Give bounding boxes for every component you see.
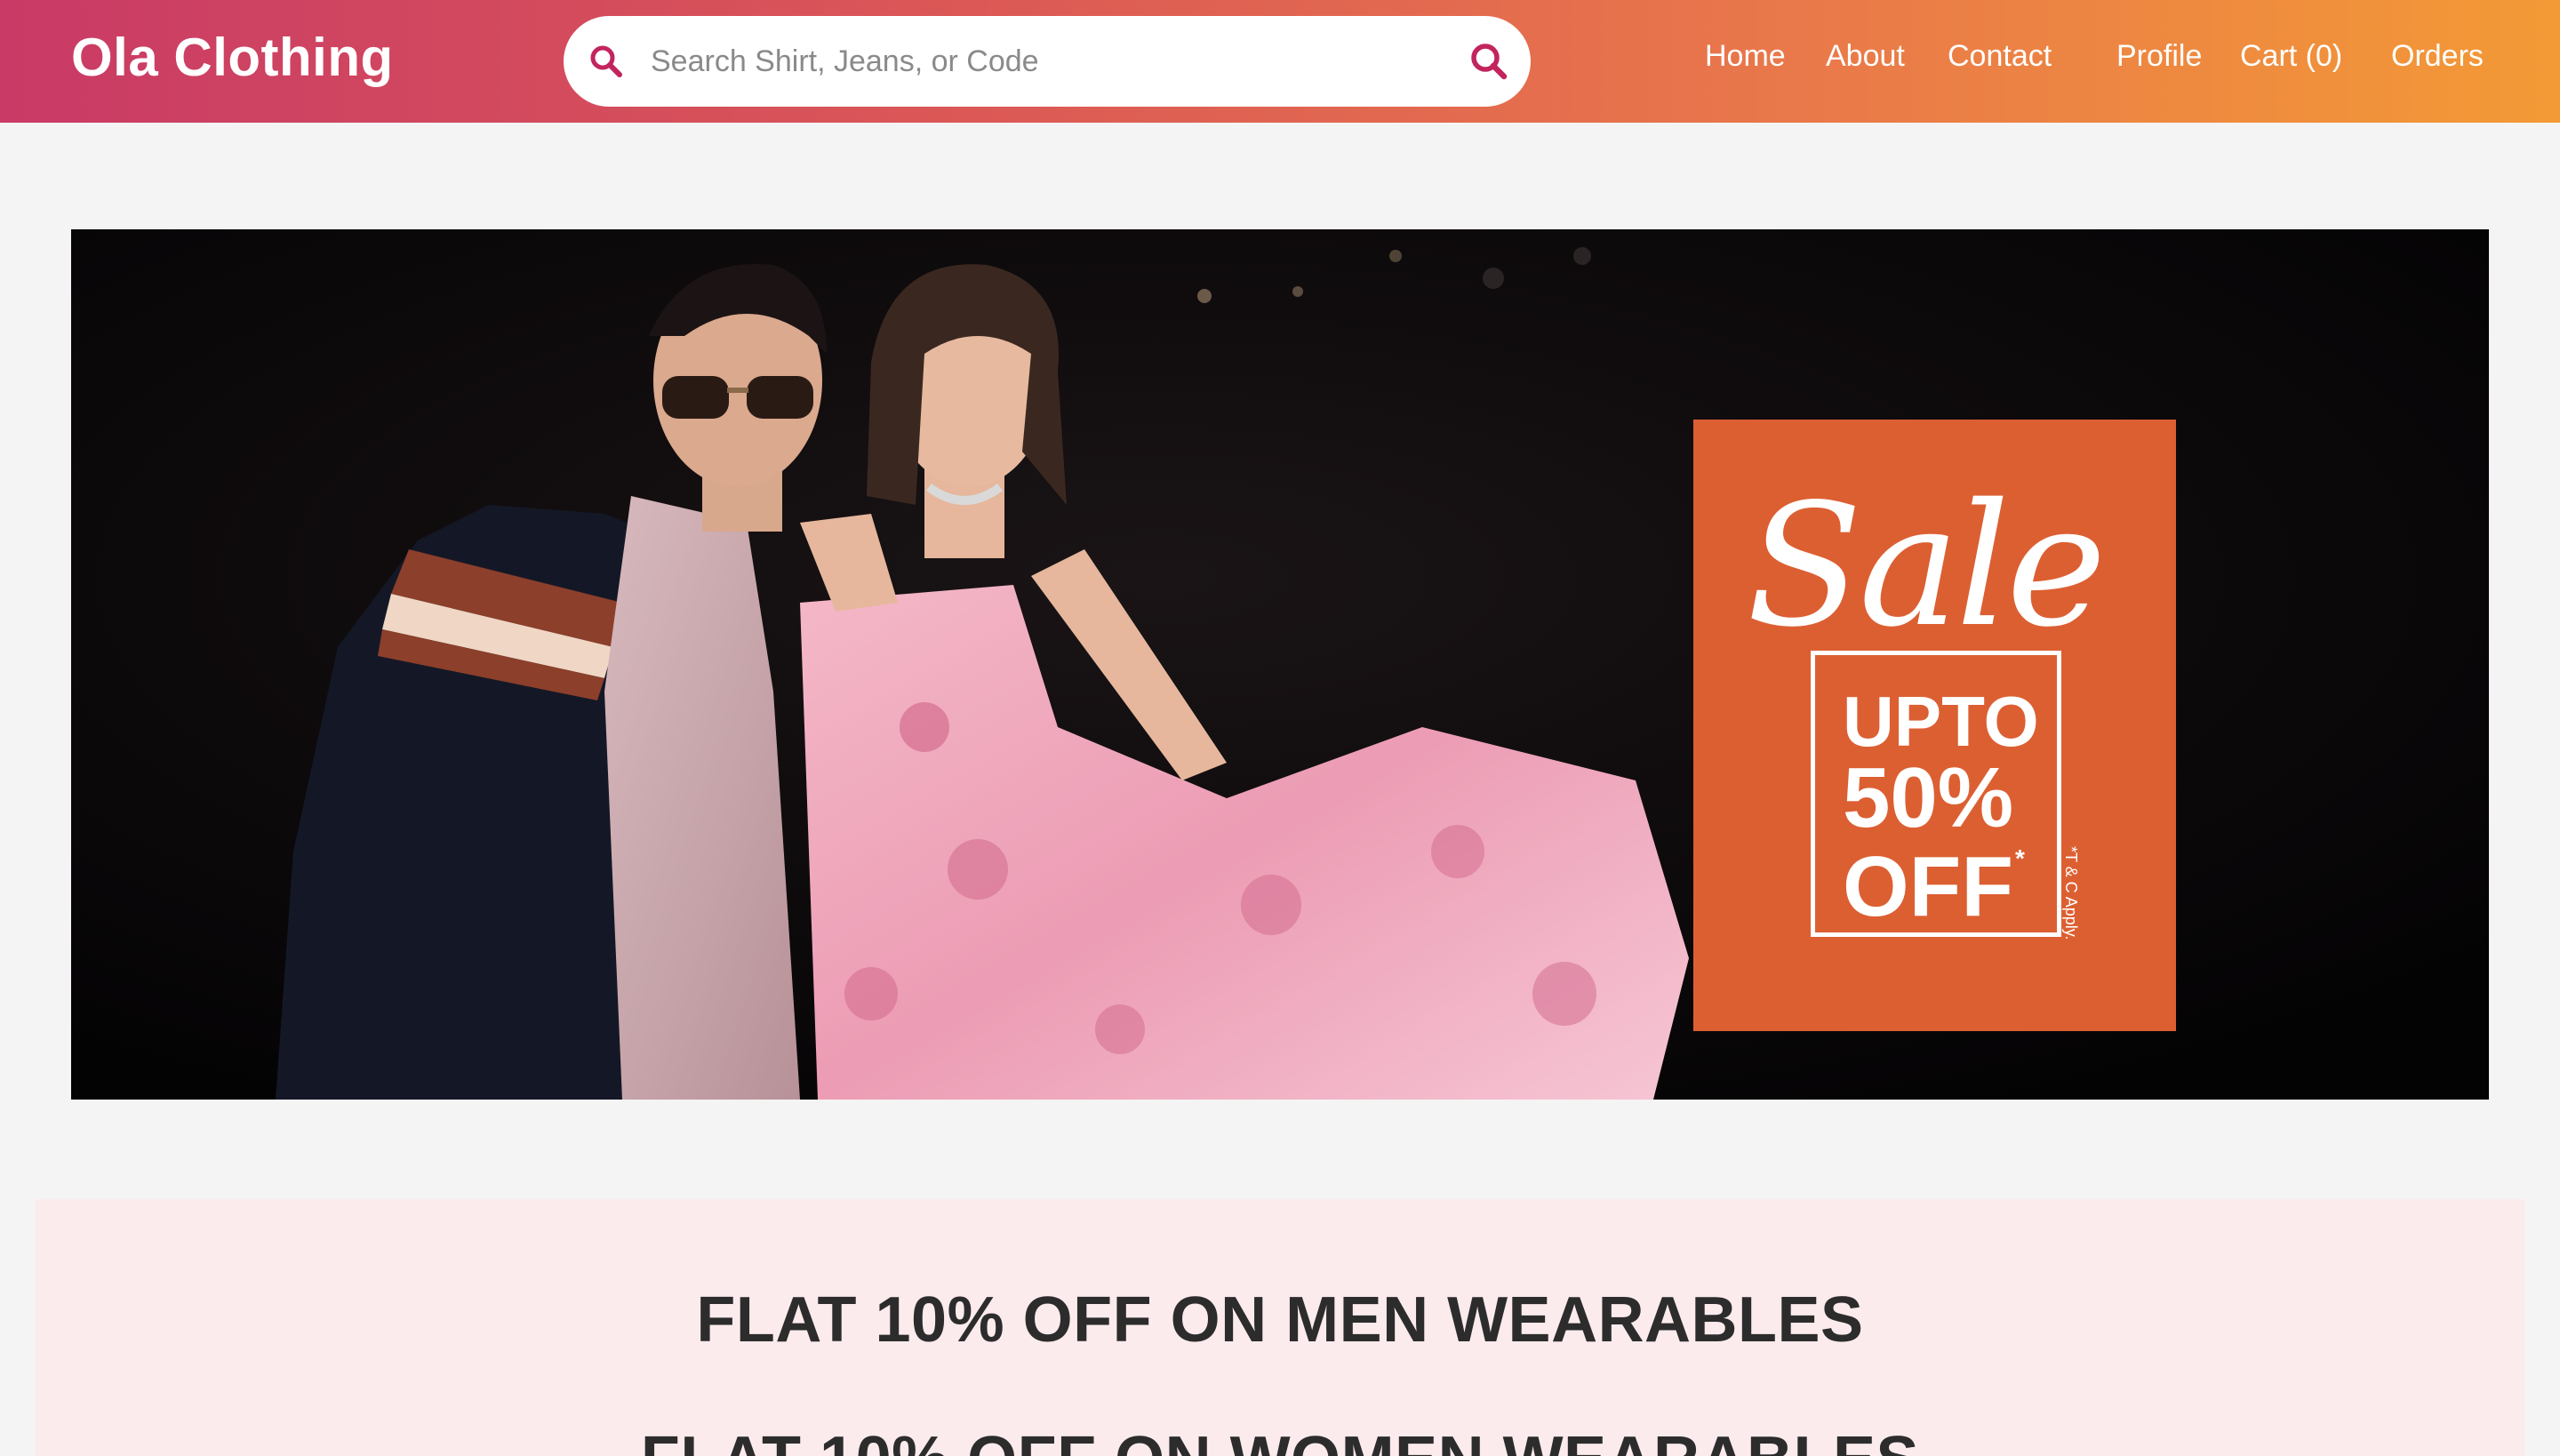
hero-banner[interactable]: Sale UPTO 50% OFF * *T & C Apply.	[71, 229, 2489, 1100]
nav-orders[interactable]: Orders	[2391, 39, 2484, 84]
search-input[interactable]	[649, 32, 1431, 91]
search-icon	[1471, 44, 1508, 80]
search-icon	[590, 45, 622, 77]
sale-percent-text: 50%	[1843, 750, 2014, 845]
top-header: Ola Clothing Home About Contact Profile …	[0, 0, 2560, 123]
search-bar	[564, 16, 1531, 107]
sale-upto-text: UPTO	[1843, 682, 2039, 761]
nav-home[interactable]: Home	[1705, 39, 1786, 84]
offer-women: FLAT 10% OFF ON WOMEN WEARABLES	[36, 1423, 2524, 1456]
sale-off-text: OFF	[1843, 839, 2013, 934]
offer-men: FLAT 10% OFF ON MEN WEARABLES	[696, 1284, 1864, 1356]
offers-section: FLAT 10% OFF ON MEN WEARABLES FLAT 10% O…	[36, 1199, 2524, 1456]
sale-script-text: Sale	[1747, 468, 2107, 664]
nav-profile[interactable]: Profile	[2116, 39, 2202, 84]
brand-logo[interactable]: Ola Clothing	[71, 27, 394, 88]
nav-contact[interactable]: Contact	[1948, 39, 2052, 84]
search-submit-button[interactable]	[1465, 37, 1513, 85]
nav-cart[interactable]: Cart (0)	[2240, 39, 2342, 84]
sale-asterisk: *	[2015, 844, 2025, 872]
nav-about[interactable]: About	[1826, 39, 1905, 84]
sale-badge: Sale UPTO 50% OFF * *T & C Apply.	[1693, 420, 2176, 1031]
sale-terms-text: *T & C Apply.	[2062, 846, 2080, 940]
